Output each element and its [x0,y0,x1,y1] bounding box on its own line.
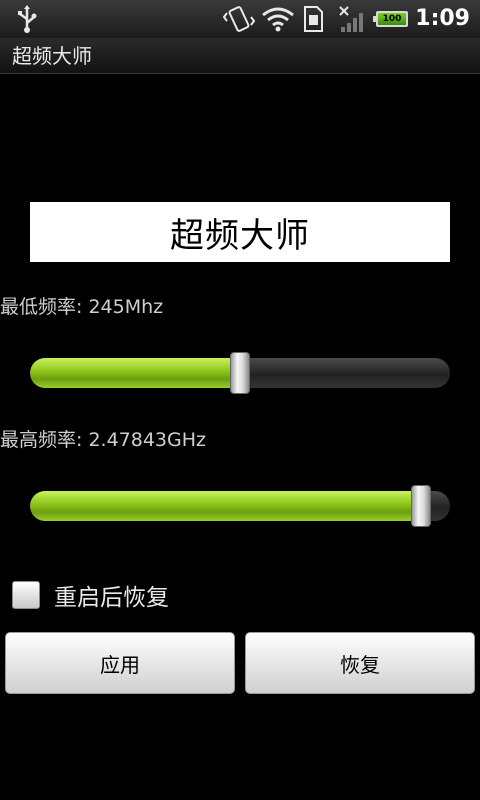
app-title: 超频大师 [12,44,92,68]
restore-on-reboot-label: 重启后恢复 [54,585,169,611]
min-frequency-slider[interactable] [30,352,450,394]
signal-icon [336,4,370,34]
header-banner: 超频大师 [30,202,450,262]
status-bar: 100 1:09 [0,0,480,38]
slider-thumb[interactable] [411,485,431,527]
slider-track [30,491,450,521]
restore-on-reboot-checkbox[interactable] [12,581,40,609]
max-frequency-slider[interactable] [30,485,450,527]
slider-thumb[interactable] [230,352,250,394]
status-clock: 1:09 [415,6,470,31]
vibrate-icon [222,4,256,34]
battery-level: 100 [373,11,408,27]
min-frequency-label: 最低频率: 245Mhz [0,296,164,318]
usb-icon [12,4,42,34]
restore-on-reboot-row[interactable]: 重启后恢复 [12,580,169,611]
sim-icon [298,4,328,34]
apply-button[interactable]: 应用 [5,632,235,694]
title-bar: 超频大师 [0,38,480,74]
restore-button[interactable]: 恢复 [245,632,475,694]
slider-fill [30,491,421,521]
battery-icon: 100 [373,4,410,34]
max-frequency-label: 最高频率: 2.47843GHz [0,429,206,451]
header-title: 超频大师 [170,215,310,256]
wifi-icon [260,4,296,34]
slider-fill [30,358,240,388]
